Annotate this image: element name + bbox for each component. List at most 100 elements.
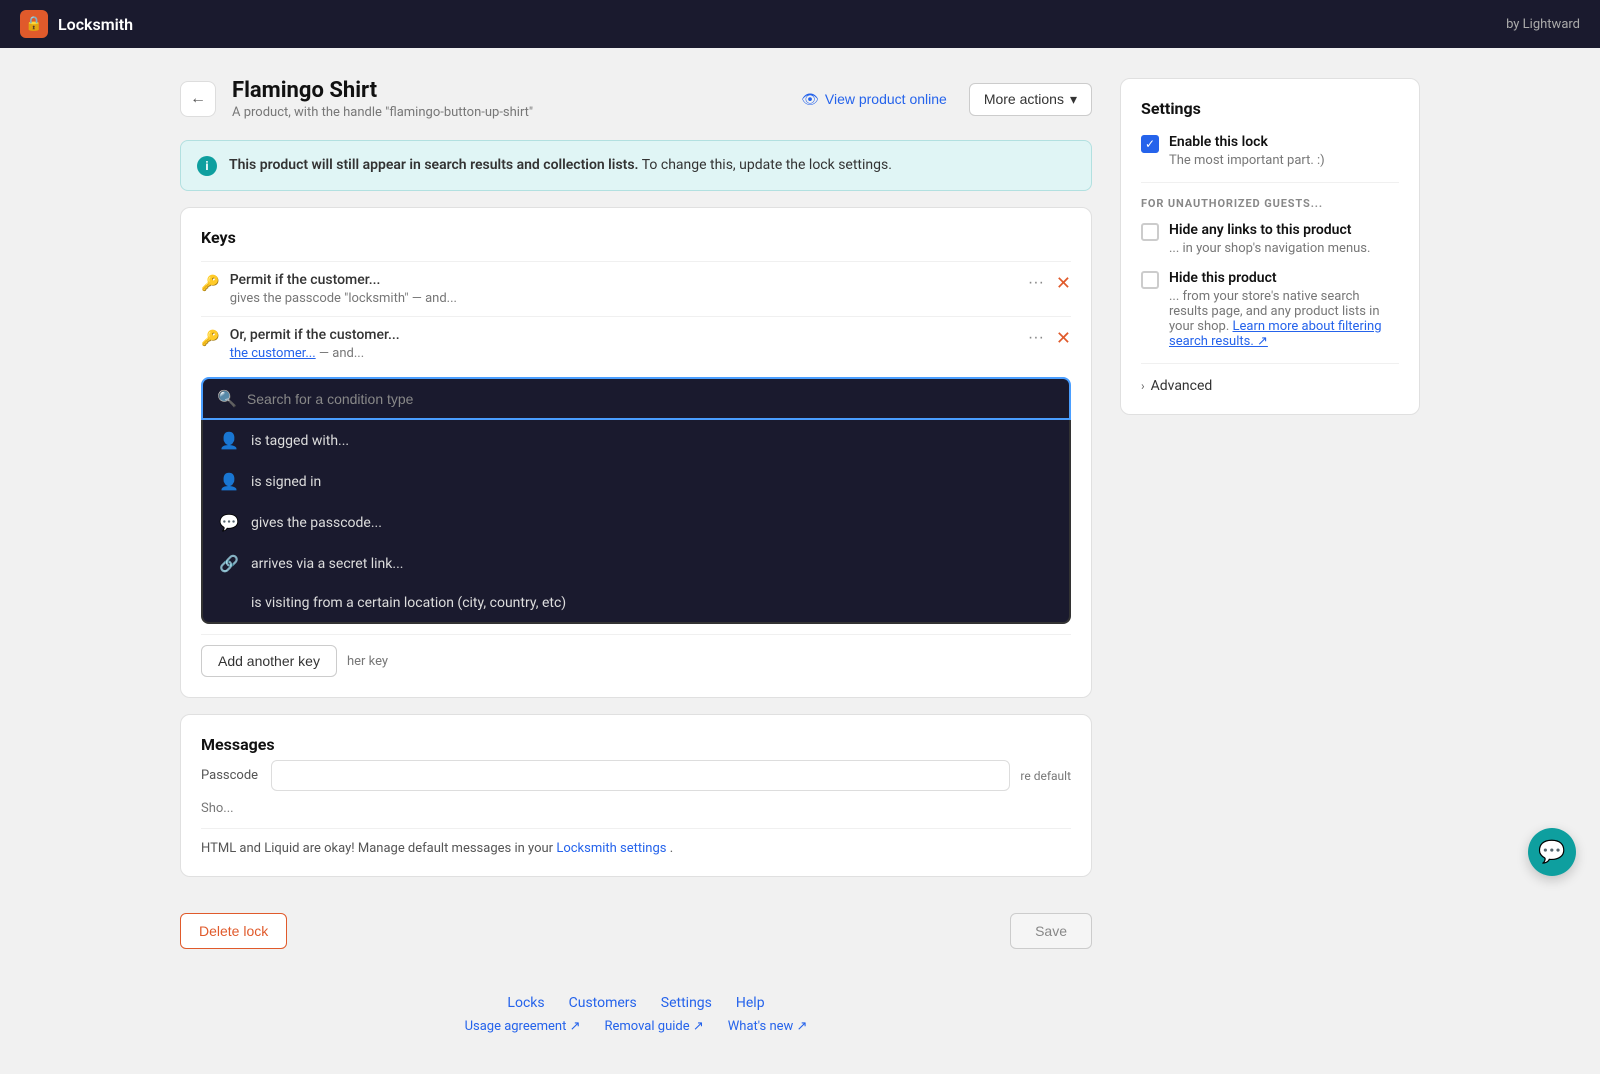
keys-card: Keys 🔑 Permit if the customer... gives t…: [180, 207, 1092, 698]
footer-link-locks[interactable]: Locks: [507, 995, 544, 1011]
hide-links-row: Hide any links to this product ... in yo…: [1141, 222, 1399, 256]
messages-footer: HTML and Liquid are okay! Manage default…: [201, 828, 1071, 856]
info-banner-bold: This product will still appear in search…: [229, 157, 639, 173]
main-container: ← Flamingo Shirt A product, with the han…: [0, 48, 1600, 1074]
enable-lock-label: Enable this lock: [1169, 134, 1325, 150]
key-sub-text: gives the passcode "locksmith" — and...: [230, 291, 1012, 306]
search-box: 🔍: [201, 377, 1071, 420]
section-divider: [1141, 182, 1399, 183]
messages-row: Passcode re default: [201, 760, 1071, 791]
footer-link-usage-agreement[interactable]: Usage agreement ↗: [465, 1019, 581, 1034]
add-key-section: Add another key her key: [201, 634, 1071, 677]
list-item[interactable]: is visiting from a certain location (cit…: [203, 584, 1069, 622]
list-item[interactable]: 👤 is tagged with...: [203, 420, 1069, 461]
chat-fab-button[interactable]: 💬: [1528, 828, 1576, 876]
settings-title: Settings: [1141, 99, 1399, 118]
messages-card: Messages Passcode re default Sho... HTML…: [180, 714, 1092, 877]
dropdown-item-label: is signed in: [251, 474, 321, 490]
key-actions: ··· ✕: [1022, 272, 1071, 294]
table-row: 🔑 Or, permit if the customer... the cust…: [201, 316, 1071, 371]
key-sub-link[interactable]: the customer...: [230, 346, 316, 361]
or-label: her key: [347, 654, 388, 669]
topbar: 🔒 Locksmith by Lightward: [0, 0, 1600, 48]
messages-title: Messages: [201, 735, 1071, 754]
key-icon: 🔑: [201, 274, 220, 292]
more-actions-button[interactable]: More actions ▾: [969, 83, 1092, 116]
hide-links-label: Hide any links to this product: [1169, 222, 1370, 238]
right-sidebar: Settings ✓ Enable this lock The most imp…: [1120, 78, 1420, 1044]
page-title: Flamingo Shirt: [232, 78, 775, 103]
checkbox-check-icon: ✓: [1145, 137, 1155, 151]
enable-lock-checkbox[interactable]: ✓: [1141, 135, 1159, 153]
passcode-icon: 💬: [219, 513, 239, 532]
footer-link-whats-new[interactable]: What's new ↗: [728, 1019, 808, 1034]
key-more-button-2[interactable]: ···: [1022, 327, 1050, 349]
key-main-text: Permit if the customer...: [230, 272, 1012, 288]
view-online-label: View product online: [825, 91, 947, 107]
key-content: Permit if the customer... gives the pass…: [230, 272, 1012, 306]
search-icon: 🔍: [217, 389, 237, 408]
hide-product-checkbox[interactable]: [1141, 271, 1159, 289]
enable-lock-desc: The most important part. :): [1169, 153, 1325, 168]
add-another-key-button[interactable]: Add another key: [201, 645, 337, 677]
page-header: ← Flamingo Shirt A product, with the han…: [180, 78, 1092, 120]
footer-link-customers[interactable]: Customers: [569, 995, 637, 1011]
hide-links-desc: ... in your shop's navigation menus.: [1169, 241, 1370, 256]
key-more-button[interactable]: ···: [1022, 272, 1050, 294]
key-actions-2: ··· ✕: [1022, 327, 1071, 349]
info-banner: i This product will still appear in sear…: [180, 140, 1092, 191]
hide-product-row: Hide this product ... from your store's …: [1141, 270, 1399, 349]
left-content: ← Flamingo Shirt A product, with the han…: [180, 78, 1092, 1044]
eye-icon: 👁: [801, 91, 819, 108]
footer: Locks Customers Settings Help Usage agre…: [180, 975, 1092, 1044]
info-icon: i: [197, 156, 217, 176]
locksmith-settings-link[interactable]: Locksmith settings: [556, 841, 666, 856]
footer-link-removal-guide[interactable]: Removal guide ↗: [604, 1019, 703, 1034]
footer-primary-links: Locks Customers Settings Help: [180, 995, 1092, 1011]
page-subtitle: A product, with the handle "flamingo-but…: [232, 105, 775, 120]
dropdown-item-label: is visiting from a certain location (cit…: [251, 595, 566, 611]
key-delete-button-2[interactable]: ✕: [1056, 328, 1071, 349]
app-branding: 🔒 Locksmith: [20, 10, 133, 38]
secret-link-icon: 🔗: [219, 554, 239, 573]
search-input[interactable]: [247, 391, 1055, 407]
footer-link-settings[interactable]: Settings: [661, 995, 712, 1011]
keys-title: Keys: [201, 228, 1071, 247]
footer-secondary-links: Usage agreement ↗ Removal guide ↗ What's…: [180, 1019, 1092, 1034]
advanced-label: Advanced: [1151, 378, 1213, 394]
delete-lock-button[interactable]: Delete lock: [180, 913, 287, 949]
back-button[interactable]: ←: [180, 81, 216, 117]
hide-links-checkbox[interactable]: [1141, 223, 1159, 241]
key-delete-button[interactable]: ✕: [1056, 273, 1071, 294]
unauthorized-heading: FOR UNAUTHORIZED GUESTS...: [1141, 197, 1399, 210]
more-actions-label: More actions: [984, 91, 1064, 107]
footer-link-help[interactable]: Help: [736, 995, 765, 1011]
dropdown-item-label: arrives via a secret link...: [251, 556, 403, 572]
chevron-down-icon: ▾: [1070, 91, 1077, 108]
key-icon-2: 🔑: [201, 329, 220, 347]
condition-search-wrapper: 🔍 👤 is tagged with... 👤 is signed in 💬 g: [201, 377, 1071, 624]
list-item[interactable]: 👤 is signed in: [203, 461, 1069, 502]
hide-product-desc: ... from your store's native search resu…: [1169, 289, 1399, 349]
brand-label: by Lightward: [1506, 17, 1580, 32]
list-item[interactable]: 🔗 arrives via a secret link...: [203, 543, 1069, 584]
enable-lock-row: ✓ Enable this lock The most important pa…: [1141, 134, 1399, 168]
passcode-label: Passcode: [201, 768, 261, 783]
advanced-toggle[interactable]: › Advanced: [1141, 378, 1399, 394]
bottom-actions: Delete lock Save: [180, 893, 1092, 959]
hide-product-label: Hide this product: [1169, 270, 1399, 286]
list-item[interactable]: 💬 gives the passcode...: [203, 502, 1069, 543]
messages-footer-suffix: .: [670, 841, 673, 856]
hide-product-label-block: Hide this product ... from your store's …: [1169, 270, 1399, 349]
app-name: Locksmith: [58, 15, 133, 34]
enable-lock-label-block: Enable this lock The most important part…: [1169, 134, 1325, 168]
messages-show-toggle[interactable]: Sho...: [201, 801, 1071, 816]
view-product-online-button[interactable]: 👁 View product online: [791, 85, 957, 114]
passcode-input[interactable]: [271, 760, 1010, 791]
dropdown-list: 👤 is tagged with... 👤 is signed in 💬 giv…: [201, 420, 1071, 624]
tagged-with-icon: 👤: [219, 431, 239, 450]
key-sub-rest: — and...: [319, 346, 364, 361]
header-actions: 👁 View product online More actions ▾: [791, 83, 1092, 116]
table-row: 🔑 Permit if the customer... gives the pa…: [201, 261, 1071, 316]
save-button[interactable]: Save: [1010, 913, 1092, 949]
